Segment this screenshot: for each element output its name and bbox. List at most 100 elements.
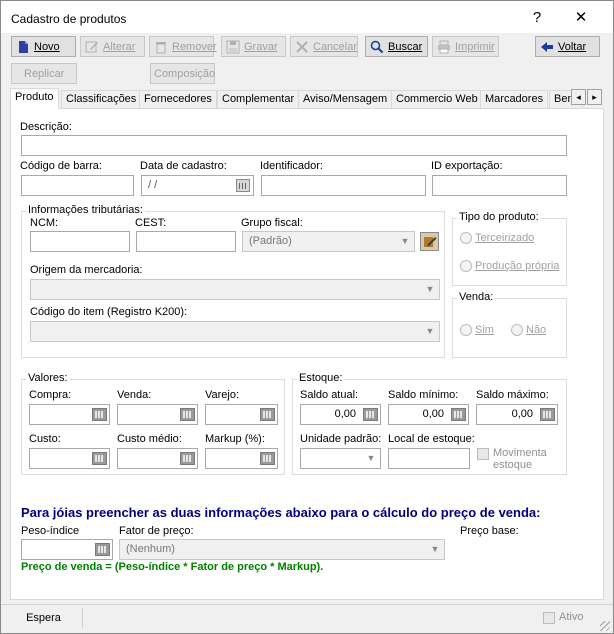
varejo-input[interactable] (205, 404, 278, 425)
remover-button[interactable]: Remover (149, 36, 217, 57)
calculator-icon[interactable] (95, 543, 110, 556)
identificador-label: Identificador: (260, 160, 323, 172)
descricao-label: Descrição: (20, 121, 72, 133)
tab-produto[interactable]: Produto (10, 88, 59, 109)
new-document-icon (16, 40, 30, 54)
joias-heading: Para jóias preencher as duas informações… (21, 505, 541, 520)
calendar-icon[interactable] (236, 179, 250, 192)
calculator-icon[interactable] (260, 452, 275, 465)
unidade-padrao-label: Unidade padrão: (300, 433, 382, 445)
chevron-down-icon: ▼ (400, 236, 410, 246)
producao-propria-radio[interactable]: Produção própria (460, 260, 559, 272)
local-estoque-label: Local de estoque: (388, 433, 475, 445)
tab-commercio-web[interactable]: Commercio Web (391, 90, 483, 108)
unidade-padrao-select[interactable]: ▼ (300, 448, 381, 469)
resize-grip-icon[interactable] (600, 621, 610, 631)
replicar-button[interactable]: Replicar (11, 63, 77, 84)
id-exportacao-input[interactable] (432, 175, 567, 196)
saldo-maximo-input[interactable]: 0,00 (476, 404, 558, 425)
saldo-atual-label: Saldo atual: (300, 389, 359, 401)
ncm-label: NCM: (30, 217, 59, 229)
tab-scroll-right-button[interactable]: ▸ (587, 89, 602, 105)
local-estoque-input[interactable] (388, 448, 470, 469)
venda-sim-radio[interactable]: Sim (460, 324, 494, 336)
venda-nao-radio[interactable]: Não (511, 324, 546, 336)
cest-input[interactable] (136, 231, 236, 252)
grupo-fiscal-value: (Padrão) (249, 235, 292, 247)
edit-icon (85, 40, 99, 54)
help-button[interactable]: ? (515, 5, 559, 31)
ativo-checkbox[interactable]: Ativo (543, 611, 583, 624)
calculator-icon[interactable] (540, 408, 555, 421)
grupo-fiscal-label: Grupo fiscal: (241, 217, 303, 229)
trash-icon (154, 40, 168, 54)
tab-strip: Produto Classificações Fornecedores Comp… (10, 88, 604, 109)
markup-label: Markup (%): (205, 433, 265, 445)
movimenta-estoque-checkbox[interactable]: Movimenta estoque (477, 447, 557, 471)
tipo-produto-group: Tipo do produto: (452, 211, 567, 286)
imprimir-button[interactable]: Imprimir (432, 36, 499, 57)
terceirizado-radio[interactable]: Terceirizado (460, 232, 534, 244)
tipo-produto-title: Tipo do produto: (457, 211, 541, 223)
custo-label: Custo: (29, 433, 61, 445)
buscar-button[interactable]: Buscar (365, 36, 428, 57)
preco-base-label: Preço base: (460, 525, 519, 537)
venda-valor-label: Venda: (117, 389, 152, 401)
chevron-down-icon: ▼ (425, 326, 435, 336)
fator-preco-select[interactable]: (Nenhum) ▼ (119, 539, 445, 560)
venda-input[interactable] (117, 404, 198, 425)
saldo-minimo-input[interactable]: 0,00 (388, 404, 469, 425)
calculator-icon[interactable] (92, 452, 107, 465)
gravar-button[interactable]: Gravar (221, 36, 286, 57)
valores-title: Valores: (26, 372, 70, 384)
tab-complementar[interactable]: Complementar (217, 90, 300, 108)
tab-marcadores[interactable]: Marcadores (480, 90, 549, 108)
calculator-icon[interactable] (260, 408, 275, 421)
cest-label: CEST: (135, 217, 167, 229)
saldo-maximo-label: Saldo máximo: (476, 389, 549, 401)
tab-aviso-mensagem[interactable]: Aviso/Mensagem (298, 90, 393, 108)
calculator-icon[interactable] (451, 408, 466, 421)
title-bar: Cadastro de produtos ? ✕ (1, 1, 613, 33)
codigo-barra-label: Código de barra: (20, 160, 102, 172)
tributarias-title: Informações tributárias: (26, 204, 145, 216)
origem-select[interactable]: ▼ (30, 279, 440, 300)
calculator-icon[interactable] (180, 452, 195, 465)
codigo-item-select[interactable]: ▼ (30, 321, 440, 342)
data-cadastro-input[interactable]: / / (141, 175, 254, 196)
window-title: Cadastro de produtos (11, 12, 127, 26)
fiscal-book-edit-icon[interactable] (420, 232, 439, 251)
custo-medio-label: Custo médio: (117, 433, 182, 445)
alterar-button[interactable]: Alterar (80, 36, 145, 57)
custo-medio-input[interactable] (117, 448, 198, 469)
back-arrow-icon (540, 40, 554, 54)
custo-input[interactable] (29, 448, 110, 469)
novo-button[interactable]: Novo (11, 36, 76, 57)
descricao-input[interactable] (21, 135, 567, 156)
chevron-down-icon: ▼ (430, 544, 440, 554)
ncm-input[interactable] (30, 231, 130, 252)
cancelar-button[interactable]: Cancelar (290, 36, 358, 57)
tab-classificacoes[interactable]: Classificações (61, 90, 142, 108)
data-cadastro-label: Data de cadastro: (140, 160, 227, 172)
chevron-down-icon: ▼ (425, 284, 435, 294)
identificador-input[interactable] (261, 175, 426, 196)
venda-title: Venda: (457, 291, 496, 303)
status-bar: Espera Ativo (1, 604, 613, 633)
tab-scroll-left-button[interactable]: ◂ (571, 89, 586, 105)
composicao-button[interactable]: Composição (150, 63, 215, 84)
markup-input[interactable] (205, 448, 278, 469)
voltar-button[interactable]: Voltar (535, 36, 600, 57)
tab-fornecedores[interactable]: Fornecedores (139, 90, 217, 108)
compra-input[interactable] (29, 404, 110, 425)
data-cadastro-value: / / (148, 179, 158, 191)
saldo-atual-input[interactable]: 0,00 (300, 404, 381, 425)
calculator-icon[interactable] (180, 408, 195, 421)
peso-indice-input[interactable] (21, 539, 113, 560)
formula-text: Preço de venda = (Peso-índice * Fator de… (21, 561, 324, 573)
grupo-fiscal-select[interactable]: (Padrão) ▼ (242, 231, 415, 252)
calculator-icon[interactable] (363, 408, 378, 421)
codigo-barra-input[interactable] (21, 175, 134, 196)
calculator-icon[interactable] (92, 408, 107, 421)
close-button[interactable]: ✕ (559, 5, 603, 31)
